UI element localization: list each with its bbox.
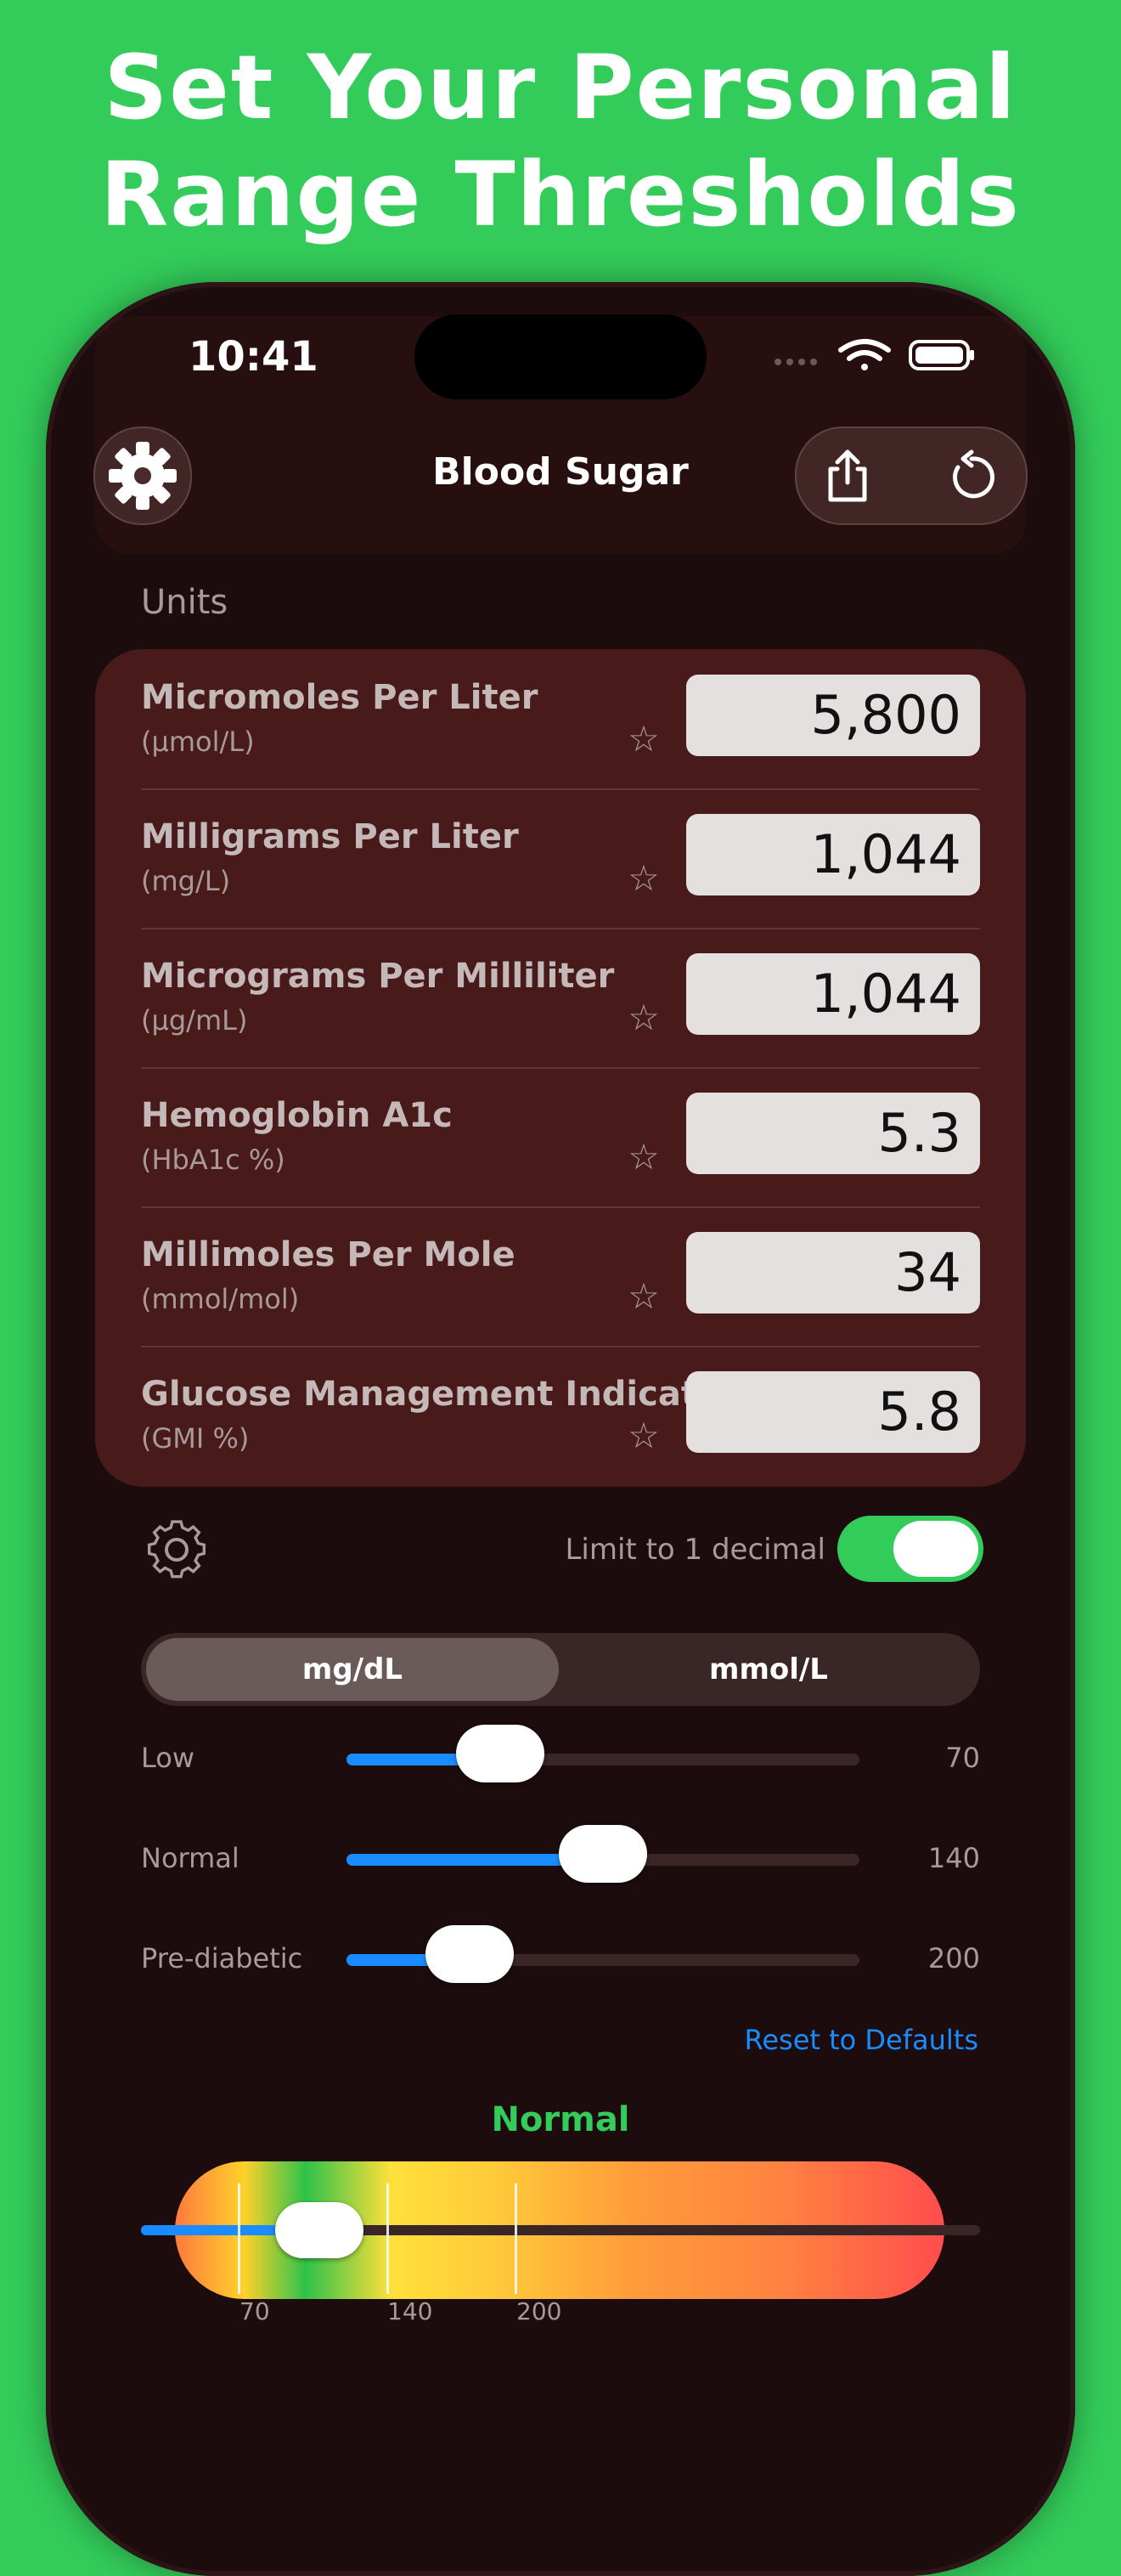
star-icon[interactable]: ☆ <box>625 1138 662 1176</box>
unit-row: Micrograms Per Milliliter (µg/mL) ☆ 1,04… <box>141 928 980 1069</box>
unit-name: Micromoles Per Liter <box>141 678 538 717</box>
unit-abbr: (HbA1c %) <box>141 1144 285 1176</box>
unit-name: Hemoglobin A1c <box>141 1096 453 1135</box>
slider-row-low: Low 70 <box>141 1725 980 1793</box>
unit-abbr: (µmol/L) <box>141 726 255 758</box>
slider-row-normal: Normal 140 <box>141 1825 980 1893</box>
headline: Set Your Personal Range Thresholds <box>0 34 1121 248</box>
gauge-tick <box>386 2183 389 2294</box>
unit-name: Milligrams Per Liter <box>141 817 519 856</box>
unit-name: Glucose Management Indicator <box>141 1375 738 1414</box>
slider-label: Low <box>141 1742 195 1774</box>
slider-value: 140 <box>927 1842 980 1874</box>
unit-value-field[interactable]: 34 <box>686 1232 980 1313</box>
unit-value-field[interactable]: 1,044 <box>686 814 980 895</box>
slider-thumb[interactable] <box>559 1825 647 1883</box>
unit-row: Glucose Management Indicator (GMI %) ☆ 5… <box>141 1346 980 1485</box>
unit-segmented-control: mg/dL mmol/L <box>141 1633 980 1706</box>
unit-name: Micrograms Per Milliliter <box>141 957 615 996</box>
segment-mg-dl[interactable]: mg/dL <box>146 1638 559 1701</box>
unit-value-field[interactable]: 5.8 <box>686 1371 980 1453</box>
status-time: 10:41 <box>189 333 318 381</box>
range-status-text: Normal <box>491 2100 630 2139</box>
reset-icon[interactable] <box>946 449 1000 503</box>
gauge-thumb[interactable] <box>275 2202 363 2258</box>
gauge-tick-label: 70 <box>239 2297 270 2325</box>
unit-value-field[interactable]: 5,800 <box>686 675 980 756</box>
unit-row: Millimoles Per Mole (mmol/mol) ☆ 34 <box>141 1206 980 1347</box>
headline-line-1: Set Your Personal <box>104 36 1017 139</box>
wifi-icon <box>838 339 891 370</box>
status-icons <box>775 339 974 370</box>
slider-value: 200 <box>927 1942 980 1974</box>
nav-actions <box>795 427 1028 525</box>
segment-mmol-l[interactable]: mmol/L <box>562 1638 975 1701</box>
slider-thumb[interactable] <box>456 1725 545 1782</box>
decimal-toggle[interactable] <box>837 1516 983 1582</box>
unit-name: Millimoles Per Mole <box>141 1235 515 1274</box>
unit-row: Micromoles Per Liter (µmol/L) ☆ 5,800 <box>141 649 980 790</box>
slider-label: Pre-diabetic <box>141 1942 303 1974</box>
signal-icon <box>775 359 817 365</box>
settings-button[interactable] <box>93 427 192 525</box>
unit-abbr: (GMI %) <box>141 1422 250 1455</box>
star-icon[interactable]: ☆ <box>625 1278 662 1315</box>
dynamic-island <box>414 314 707 399</box>
gauge-tick <box>238 2183 240 2294</box>
unit-row: Milligrams Per Liter (mg/L) ☆ 1,044 <box>141 788 980 929</box>
share-icon[interactable] <box>820 447 875 505</box>
decimal-toggle-label: Limit to 1 decimal <box>565 1533 825 1567</box>
gauge-tick <box>515 2183 517 2294</box>
unit-value-field[interactable]: 1,044 <box>686 953 980 1035</box>
slider-label: Normal <box>141 1842 239 1874</box>
unit-value-field[interactable]: 5.3 <box>686 1093 980 1174</box>
slider-value: 70 <box>945 1742 980 1774</box>
unit-row: Hemoglobin A1c (HbA1c %) ☆ 5.3 <box>141 1067 980 1208</box>
reset-defaults-link[interactable]: Reset to Defaults <box>645 2024 978 2056</box>
slider-row-pre-diabetic: Pre-diabetic 200 <box>141 1925 980 1993</box>
star-icon[interactable]: ☆ <box>625 1417 662 1455</box>
units-section-label: Units <box>141 583 228 622</box>
unit-abbr: (mmol/mol) <box>141 1283 300 1315</box>
settings-gear-icon[interactable] <box>143 1516 211 1584</box>
battery-icon <box>909 340 974 370</box>
toggle-knob <box>893 1521 978 1577</box>
star-icon[interactable]: ☆ <box>625 720 662 758</box>
headline-line-2: Range Thresholds <box>100 143 1021 246</box>
star-icon[interactable]: ☆ <box>625 999 662 1037</box>
gear-icon <box>109 442 177 510</box>
units-card: Micromoles Per Liter (µmol/L) ☆ 5,800 Mi… <box>95 649 1026 1487</box>
unit-abbr: (mg/L) <box>141 865 231 897</box>
slider-thumb[interactable] <box>425 1925 514 1983</box>
star-icon[interactable]: ☆ <box>625 860 662 897</box>
gauge-tick-label: 140 <box>387 2297 433 2325</box>
nav-title: Blood Sugar <box>432 450 689 494</box>
gauge-tick-label: 200 <box>516 2297 562 2325</box>
unit-abbr: (µg/mL) <box>141 1004 248 1037</box>
